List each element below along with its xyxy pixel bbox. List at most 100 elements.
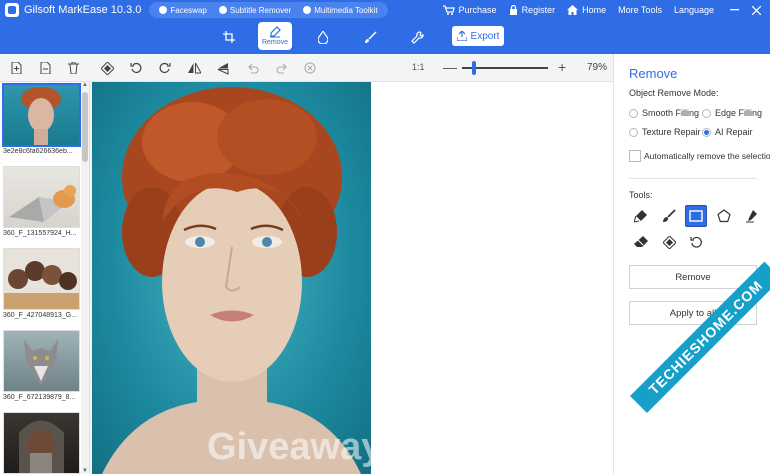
thumbnail-image: [2, 83, 81, 147]
lasso-pen-icon: [746, 210, 757, 223]
close-button[interactable]: [748, 2, 764, 18]
thumbnail-item[interactable]: 360_F_672139879_8...: [3, 330, 80, 401]
rotate-right-icon: [159, 62, 171, 73]
thumbnail-image: [3, 248, 80, 310]
rectangle-tool[interactable]: [685, 205, 707, 227]
delete-button[interactable]: [66, 61, 80, 75]
thumbnail-item[interactable]: 360_F_427048913_G...: [3, 248, 80, 319]
scroll-up-arrow-icon[interactable]: ▲: [81, 82, 89, 88]
more-tools-link[interactable]: More Tools: [618, 5, 662, 15]
brush-icon: [663, 209, 676, 222]
thumbnail-scrollbar[interactable]: ▲ ▼: [81, 82, 89, 474]
zoom-slider-thumb[interactable]: [472, 61, 476, 75]
giveaway-watermark: Giveaway: [207, 426, 371, 468]
thumbnail-list: 3e2e8c6fa626636eb... 360_F_131557924_H..…: [0, 82, 90, 474]
title-bar: Gilsoft MarkEase 10.3.0 Faceswap Subtitl…: [0, 0, 770, 20]
reset-icon: [689, 236, 702, 248]
edge-filling-radio[interactable]: Edge Filling: [702, 108, 762, 118]
watermark-module-button[interactable]: [313, 27, 333, 47]
image-canvas[interactable]: Giveaway: [92, 82, 613, 474]
trash-icon: [67, 62, 79, 74]
zoom-out-button[interactable]: —: [443, 59, 457, 75]
crop-module-button[interactable]: [219, 27, 239, 47]
cancel-all-button[interactable]: [303, 61, 317, 75]
multimedia-toolkit-icon: [303, 6, 312, 14]
add-file-button[interactable]: [9, 61, 23, 75]
smart-brush-tool[interactable]: [630, 205, 652, 227]
flip-vertical-icon: [217, 62, 229, 75]
zoom-in-button[interactable]: +: [558, 59, 566, 75]
thumbnail-item[interactable]: 3e2e8c6fa626636eb...: [2, 83, 81, 155]
register-link[interactable]: Register: [509, 5, 555, 15]
app-title: Gilsoft MarkEase 10.3.0: [24, 4, 142, 16]
language-link[interactable]: Language: [674, 5, 714, 15]
crop-icon: [223, 31, 235, 43]
flip-horizontal-button[interactable]: [187, 61, 201, 75]
faceswap-icon: [159, 6, 168, 14]
undo-button[interactable]: [246, 61, 260, 75]
checkbox-box: [629, 150, 641, 162]
ai-repair-radio[interactable]: AI Repair: [702, 127, 753, 137]
auto-select-button[interactable]: [100, 61, 114, 75]
reset-tool[interactable]: [685, 231, 707, 253]
auto-detect-tool[interactable]: [658, 231, 680, 253]
thumbnail-image: [3, 412, 80, 474]
divider: [629, 178, 757, 179]
undo-icon: [248, 63, 259, 74]
lasso-tool[interactable]: [740, 205, 762, 227]
thumbnail-item[interactable]: 360_F_131557924_H...: [3, 166, 80, 237]
app-logo-icon: [5, 3, 19, 17]
module-toolbar: Remove Export: [0, 20, 770, 54]
purchase-link[interactable]: Purchase: [442, 5, 497, 15]
tools-module-button[interactable]: [407, 27, 427, 47]
cart-icon: [442, 5, 455, 15]
thumbnail-caption: 360_F_427048913_G...: [3, 312, 77, 319]
remove-module-button[interactable]: Remove: [258, 22, 292, 50]
flip-vertical-button[interactable]: [216, 61, 230, 75]
minimize-button[interactable]: [726, 2, 742, 18]
rotate-left-button[interactable]: [129, 61, 143, 75]
lock-icon: [509, 5, 517, 15]
faceswap-pill[interactable]: Faceswap: [153, 6, 212, 15]
panel-title: Remove: [629, 66, 678, 81]
marker-icon: [634, 210, 647, 223]
radio-circle: [629, 127, 638, 137]
eraser-tool[interactable]: [630, 231, 652, 253]
redo-button[interactable]: [275, 61, 289, 75]
wrench-icon: [410, 30, 424, 44]
auto-remove-checkbox[interactable]: Automatically remove the selection: [629, 150, 770, 162]
cancel-circle-icon: [304, 62, 316, 74]
brush-tool[interactable]: [658, 205, 680, 227]
polygon-tool[interactable]: [713, 205, 735, 227]
subtitle-remover-pill[interactable]: Subtitle Remover: [213, 6, 297, 15]
multimedia-toolkit-pill[interactable]: Multimedia Toolkit: [297, 6, 383, 15]
add-folder-button[interactable]: [38, 61, 52, 75]
flip-horizontal-icon: [187, 62, 201, 74]
diamond-grid-icon: [662, 235, 676, 249]
thumbnail-image: [3, 330, 80, 392]
export-button[interactable]: Export: [452, 26, 504, 46]
texture-repair-radio[interactable]: Texture Repair: [629, 127, 701, 137]
scrollbar-thumb[interactable]: [82, 92, 88, 162]
remove-button[interactable]: Remove: [629, 265, 757, 289]
remove-panel: Remove Object Remove Mode: Smooth Fillin…: [613, 54, 770, 474]
thumbnail-caption: 360_F_131557924_H...: [3, 230, 77, 237]
portrait-illustration: [102, 87, 361, 474]
rotate-right-button[interactable]: [158, 61, 172, 75]
scroll-down-arrow-icon[interactable]: ▼: [81, 468, 89, 474]
thumbnail-item[interactable]: [3, 412, 80, 474]
remove-mode-label: Object Remove Mode:: [629, 88, 719, 98]
zoom-percent: 79%: [587, 62, 608, 73]
redo-icon: [276, 63, 287, 74]
home-link[interactable]: Home: [567, 5, 606, 15]
edit-toolbar: 1:1 — + 79%: [0, 54, 613, 82]
smooth-filling-radio[interactable]: Smooth Filling: [629, 108, 699, 118]
eraser-icon: [634, 236, 648, 247]
export-icon: [456, 31, 467, 41]
zoom-1to1-button[interactable]: 1:1: [412, 62, 425, 72]
subtitle-remover-icon: [218, 6, 227, 14]
droplet-icon: [318, 30, 328, 44]
feature-pills: Faceswap Subtitle Remover Multimedia Too…: [149, 2, 388, 18]
brush-module-button[interactable]: [360, 27, 380, 47]
tools-label: Tools:: [629, 190, 653, 200]
